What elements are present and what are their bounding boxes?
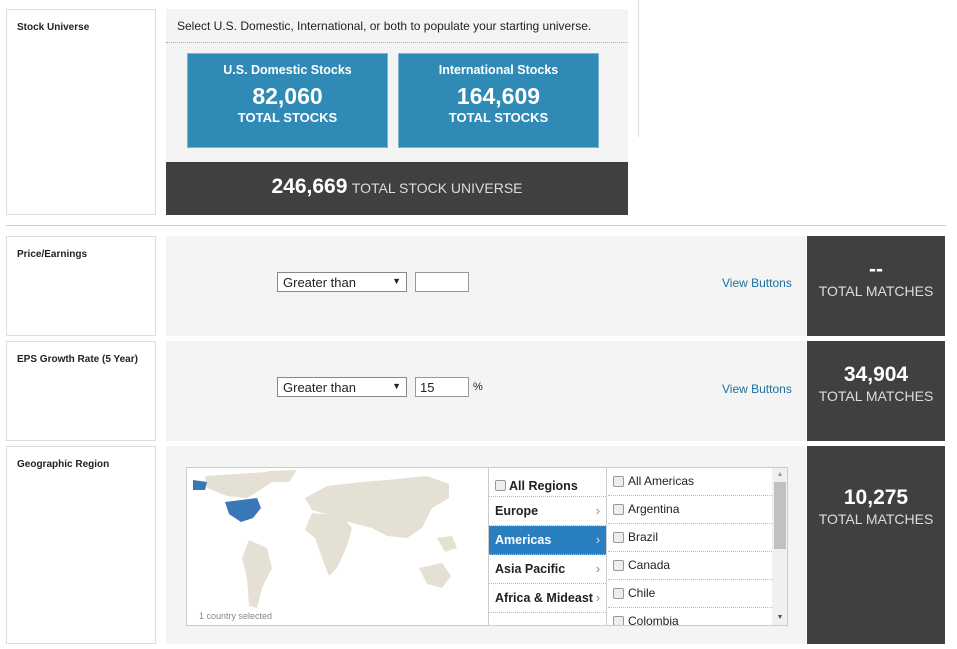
pe-value-input[interactable] (415, 272, 469, 292)
select-value: Greater than (283, 275, 356, 290)
region-label: Europe (495, 504, 539, 518)
stock-universe-label: Stock Universe (6, 9, 156, 215)
tile-count: 82,060 (252, 83, 323, 109)
geo-selector: 1 country selected All Regions Europe › A… (186, 467, 788, 626)
country-label: Colombia (628, 614, 679, 625)
world-map-svg (193, 470, 457, 608)
selected-country-alaska[interactable] (193, 480, 207, 490)
country-item[interactable]: Argentina (608, 496, 772, 524)
checkbox[interactable] (613, 476, 624, 487)
eps-panel: Greater than ▼ 15 % View Buttons (166, 341, 806, 441)
eps-matches: 34,904 TOTAL MATCHES (807, 341, 945, 441)
geo-matches: 10,275 TOTAL MATCHES (807, 446, 945, 644)
chevron-right-icon: › (595, 504, 600, 518)
total-universe-bar: 246,669 TOTAL STOCK UNIVERSE (166, 162, 628, 215)
pe-view-buttons-link[interactable]: View Buttons (722, 276, 792, 290)
tile-sub: TOTAL STOCKS (448, 110, 549, 125)
scroll-down-icon[interactable]: ▼ (772, 611, 787, 625)
region-europe[interactable]: Europe › (489, 497, 606, 526)
checkbox[interactable] (613, 588, 624, 599)
region-americas[interactable]: Americas › (489, 526, 606, 555)
chevron-right-icon: › (595, 533, 600, 547)
eps-label: EPS Growth Rate (5 Year) (6, 341, 156, 441)
country-label: All Americas (628, 474, 695, 488)
total-universe-count: 246,669 (271, 175, 348, 198)
select-value: Greater than (283, 380, 356, 395)
region-list: All Regions Europe › Americas › Asia Pacif… (488, 468, 607, 625)
matches-count: 34,904 (843, 363, 909, 386)
region-label: All Regions (509, 479, 578, 493)
tile-title: U.S. Domestic Stocks (223, 63, 352, 77)
country-label: Brazil (628, 530, 659, 544)
dropdown-arrow-icon: ▼ (392, 276, 401, 286)
country-label: Argentina (628, 502, 680, 516)
chevron-right-icon: › (595, 562, 600, 576)
total-universe-label: TOTAL STOCK UNIVERSE (351, 180, 523, 196)
checkbox[interactable] (613, 616, 624, 625)
region-all[interactable]: All Regions (489, 468, 606, 497)
checkbox[interactable] (613, 532, 624, 543)
pe-label: Price/Earnings (6, 236, 156, 336)
matches-count: 10,275 (843, 486, 909, 509)
region-africa-mideast[interactable]: Africa & Mideast › (489, 584, 606, 613)
eps-view-buttons-link[interactable]: View Buttons (722, 382, 792, 396)
region-asia-pacific[interactable]: Asia Pacific › (489, 555, 606, 584)
matches-count: -- (869, 258, 883, 281)
stock-universe-panel: Select U.S. Domestic, International, or … (166, 9, 628, 215)
international-stocks-tile[interactable]: International Stocks 164,609 TOTAL STOCK… (398, 53, 599, 148)
matches-label: TOTAL MATCHES (818, 511, 934, 527)
domestic-stocks-tile[interactable]: U.S. Domestic Stocks 82,060 TOTAL STOCKS (187, 53, 388, 148)
matches-label: TOTAL MATCHES (818, 283, 934, 299)
divider-vertical (638, 0, 639, 137)
country-list: All Americas Argentina Brazil Canada Chi… (608, 468, 772, 625)
country-label: Chile (628, 586, 656, 600)
checkbox[interactable] (495, 480, 506, 491)
section-divider (6, 225, 946, 226)
universe-instructions: Select U.S. Domestic, International, or … (166, 9, 628, 43)
selected-country-usa[interactable] (225, 498, 261, 522)
tile-count: 164,609 (456, 83, 541, 109)
checkbox[interactable] (613, 504, 624, 515)
region-label: Africa & Mideast (495, 591, 593, 605)
country-scrollbar[interactable]: ▲ ▼ (772, 468, 787, 625)
geo-label: Geographic Region (6, 446, 156, 644)
scroll-thumb[interactable] (774, 482, 786, 549)
pe-matches: -- TOTAL MATCHES (807, 236, 945, 336)
country-item[interactable]: Brazil (608, 524, 772, 552)
chevron-right-icon: › (595, 591, 600, 605)
dropdown-arrow-icon: ▼ (392, 381, 401, 391)
pe-operator-select[interactable]: Greater than ▼ (277, 272, 407, 292)
world-map[interactable]: 1 country selected (187, 468, 488, 625)
eps-unit: % (473, 381, 483, 393)
checkbox[interactable] (613, 560, 624, 571)
tile-sub: TOTAL STOCKS (237, 110, 338, 125)
map-status: 1 country selected (199, 611, 273, 621)
country-item[interactable]: Chile (608, 580, 772, 608)
scroll-up-icon[interactable]: ▲ (772, 468, 787, 482)
country-item[interactable]: Colombia (608, 608, 772, 625)
tile-title: International Stocks (438, 63, 559, 77)
geo-panel: 1 country selected All Regions Europe › A… (166, 446, 806, 644)
pe-panel: Greater than ▼ View Buttons (166, 236, 806, 336)
region-label: Americas (495, 533, 552, 547)
country-item[interactable]: Canada (608, 552, 772, 580)
region-label: Asia Pacific (495, 562, 566, 576)
matches-label: TOTAL MATCHES (818, 388, 934, 404)
country-item[interactable]: All Americas (608, 468, 772, 496)
country-label: Canada (628, 558, 671, 572)
eps-value-input[interactable]: 15 (415, 377, 469, 397)
eps-operator-select[interactable]: Greater than ▼ (277, 377, 407, 397)
